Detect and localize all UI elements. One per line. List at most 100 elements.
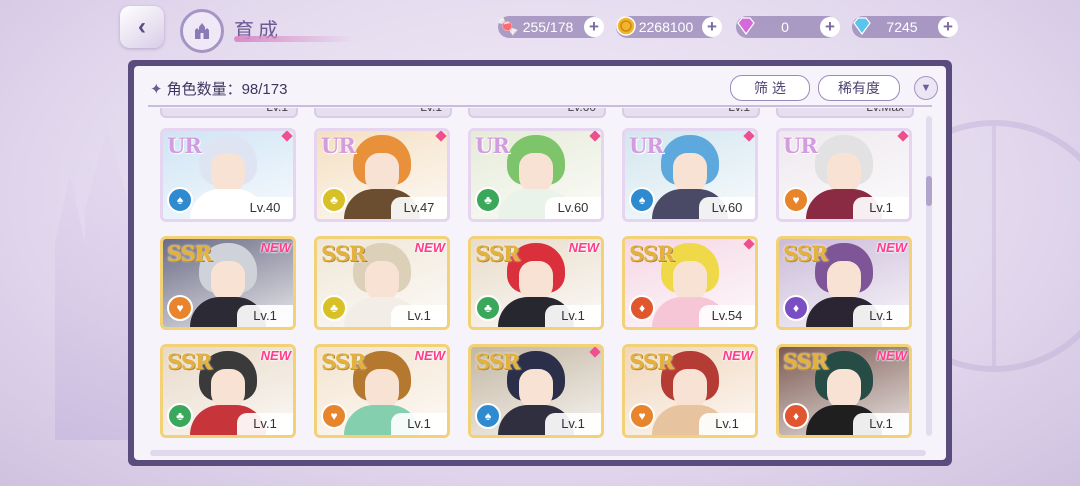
rarity-badge: SSR: [321, 349, 366, 374]
character-panel: ✦角色数量：98/173 筛 选 稀有度 ▼ Lv.1Lv.1Lv.60Lv.1…: [128, 60, 952, 466]
character-card[interactable]: SSR NEW ♣ Lv.1: [160, 344, 296, 438]
castle-icon: [195, 23, 209, 39]
header-divider: [148, 105, 932, 107]
character-grid[interactable]: Lv.1 Lv.1 Lv.60 Lv.1 Lv.Max UR ♠ Lv.40 UR ♣ Lv.47…: [160, 108, 930, 456]
character-face: [519, 153, 553, 193]
character-face: [519, 261, 553, 301]
home-button[interactable]: [180, 9, 224, 53]
rarity-badge: SSR: [167, 349, 212, 374]
character-card[interactable]: SSR NEW ♥ Lv.1: [314, 344, 450, 438]
card-level: Lv.1: [699, 413, 755, 435]
previous-row-peek: Lv.1 Lv.1 Lv.60 Lv.1 Lv.Max: [160, 108, 930, 118]
character-card[interactable]: UR ♠ Lv.40: [160, 128, 296, 222]
card-level: Lv.1: [853, 305, 909, 327]
card-level: Lv.54: [699, 305, 755, 327]
rarity-badge: UR: [629, 133, 664, 158]
character-card[interactable]: UR ♥ Lv.1: [776, 128, 912, 222]
new-badge: NEW: [722, 348, 753, 363]
attribute-icon: ♣: [167, 403, 193, 429]
rarity-badge: SSR: [167, 241, 212, 266]
peek-card-level: Lv.1: [266, 108, 288, 114]
card-level: Lv.60: [699, 197, 755, 219]
new-badge: NEW: [876, 348, 907, 363]
card-level: Lv.40: [237, 197, 293, 219]
attribute-icon: ♠: [629, 187, 655, 213]
attribute-icon: ♠: [475, 403, 501, 429]
add-blue-diamond-button[interactable]: +: [938, 17, 958, 37]
character-card[interactable]: UR ♣ Lv.60: [468, 128, 604, 222]
scrollbar[interactable]: [926, 116, 932, 436]
new-badge: NEW: [260, 348, 291, 363]
peek-card-level: Lv.1: [420, 108, 442, 114]
peek-card-level: Lv.60: [568, 108, 596, 114]
character-face: [673, 261, 707, 301]
character-card[interactable]: UR ♣ Lv.47: [314, 128, 450, 222]
add-gold-button[interactable]: +: [702, 17, 722, 37]
character-face: [211, 153, 245, 193]
rarity-badge: SSR: [321, 241, 366, 266]
attribute-icon: ♥: [321, 403, 347, 429]
rarity-badge: SSR: [475, 241, 520, 266]
rarity-badge: UR: [475, 133, 510, 158]
panel-bottom-edge: [150, 450, 926, 456]
attribute-icon: ♣: [475, 187, 501, 213]
peek-card[interactable]: Lv.1: [622, 108, 760, 118]
card-level: Lv.1: [237, 413, 293, 435]
rarity-sort-button[interactable]: 稀有度: [818, 75, 900, 101]
character-face: [365, 153, 399, 193]
panel-inner: ✦角色数量：98/173 筛 选 稀有度 ▼ Lv.1Lv.1Lv.60Lv.1…: [134, 66, 946, 460]
attribute-icon: ♣: [475, 295, 501, 321]
character-card[interactable]: SSR NEW ♦ Lv.1: [776, 236, 912, 330]
peek-card[interactable]: Lv.Max: [776, 108, 914, 118]
character-card[interactable]: SSR ♦ Lv.54: [622, 236, 758, 330]
blue-diamond-counter: 7245 +: [852, 16, 958, 38]
sparkle-icon: ✦: [150, 81, 163, 98]
new-badge: NEW: [568, 240, 599, 255]
sort-order-button[interactable]: ▼: [914, 76, 938, 100]
rarity-badge: SSR: [475, 349, 520, 374]
character-card[interactable]: SSR NEW ♣ Lv.1: [314, 236, 450, 330]
character-face: [673, 153, 707, 193]
character-card[interactable]: SSR NEW ♥ Lv.1: [160, 236, 296, 330]
pink-diamond-counter: 0 +: [736, 16, 840, 38]
attribute-icon: ♠: [167, 187, 193, 213]
title-decoration: [234, 36, 354, 42]
card-level: Lv.1: [545, 413, 601, 435]
peek-card[interactable]: Lv.1: [314, 108, 452, 118]
gold-counter: 2268100 +: [616, 16, 722, 38]
character-count-text: 角色数量：98/173: [166, 81, 288, 98]
peek-card-level: Lv.1: [728, 108, 750, 114]
peek-card[interactable]: Lv.60: [468, 108, 606, 118]
add-pink-diamond-button[interactable]: +: [820, 17, 840, 37]
attribute-icon: ♥: [783, 187, 809, 213]
character-face: [365, 369, 399, 409]
card-level: Lv.1: [391, 305, 447, 327]
character-card[interactable]: UR ♠ Lv.60: [622, 128, 758, 222]
card-level: Lv.60: [545, 197, 601, 219]
new-badge: NEW: [414, 240, 445, 255]
peek-card-level: Lv.Max: [866, 108, 904, 114]
character-face: [827, 153, 861, 193]
character-count: ✦ 角色数量：98/173: [150, 78, 287, 99]
character-card[interactable]: SSR NEW ♥ Lv.1: [622, 344, 758, 438]
character-card[interactable]: SSR NEW ♣ Lv.1: [468, 236, 604, 330]
character-card[interactable]: SSR ♠ Lv.1: [468, 344, 604, 438]
scrollbar-thumb[interactable]: [926, 176, 932, 206]
attribute-icon: ♣: [321, 187, 347, 213]
character-face: [365, 261, 399, 301]
character-face: [519, 369, 553, 409]
attribute-icon: ♥: [167, 295, 193, 321]
filter-button[interactable]: 筛 选: [730, 75, 810, 101]
peek-card[interactable]: Lv.1: [160, 108, 298, 118]
rarity-badge: UR: [783, 133, 818, 158]
top-bar: ‹ 育成 🍬 255/178 + 2268100 + 0 + 7245 +: [0, 0, 1080, 56]
chevron-down-icon: ▼: [920, 82, 932, 94]
add-candy-button[interactable]: +: [584, 17, 604, 37]
back-button[interactable]: ‹: [120, 6, 164, 48]
character-face: [827, 261, 861, 301]
rarity-badge: SSR: [629, 349, 674, 374]
rarity-badge: UR: [167, 133, 202, 158]
attribute-icon: ♦: [783, 403, 809, 429]
rarity-badge: SSR: [783, 349, 828, 374]
character-card[interactable]: SSR NEW ♦ Lv.1: [776, 344, 912, 438]
